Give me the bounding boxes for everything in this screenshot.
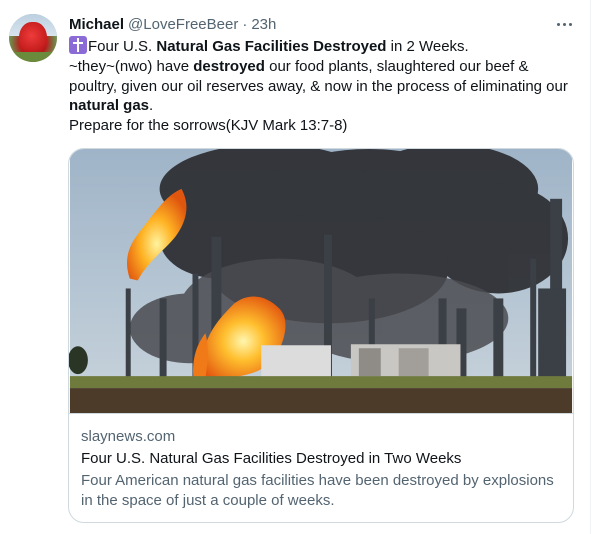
latin-cross-emoji — [69, 36, 87, 54]
link-card[interactable]: slaynews.com Four U.S. Natural Gas Facil… — [68, 148, 574, 523]
tweet-line-2: ~they~(nwo) have destroyed our food plan… — [69, 57, 529, 75]
timestamp[interactable]: 23h — [251, 16, 276, 33]
tweet-line-5: Prepare for the sorrows(KJV Mark 13:7-8) — [69, 117, 348, 135]
card-description-line-1: Four American natural gas facilities hav… — [81, 472, 554, 489]
card-info[interactable]: slaynews.com Four U.S. Natural Gas Facil… — [81, 427, 561, 511]
tweet-line-3: poultry, given our oil reserves away, & … — [69, 77, 568, 95]
author-handle[interactable]: @LoveFreeBeer — [128, 16, 238, 33]
tweet-line-1: Four U.S. Natural Gas Facilities Destroy… — [69, 36, 574, 57]
card-image[interactable] — [69, 149, 573, 414]
avatar[interactable] — [9, 14, 57, 62]
card-description-line-2: in the space of just a couple of weeks. — [81, 492, 335, 509]
card-domain: slaynews.com — [81, 428, 176, 445]
card-description: Four American natural gas facilities hav… — [81, 471, 561, 511]
card-title: Four U.S. Natural Gas Facilities Destroy… — [81, 450, 462, 467]
tweet-line-4: natural gas. — [69, 97, 154, 115]
tweet[interactable]: Michael @LoveFreeBeer · 23h Four U.S. Na… — [0, 0, 592, 534]
divider — [590, 0, 591, 534]
tweet-header: Michael @LoveFreeBeer · 23h — [69, 14, 276, 34]
ellipsis-icon[interactable] — [552, 12, 576, 36]
author-name[interactable]: Michael — [69, 16, 124, 33]
separator: · — [242, 15, 248, 33]
tweet-text: Four U.S. Natural Gas Facilities Destroy… — [69, 36, 574, 136]
